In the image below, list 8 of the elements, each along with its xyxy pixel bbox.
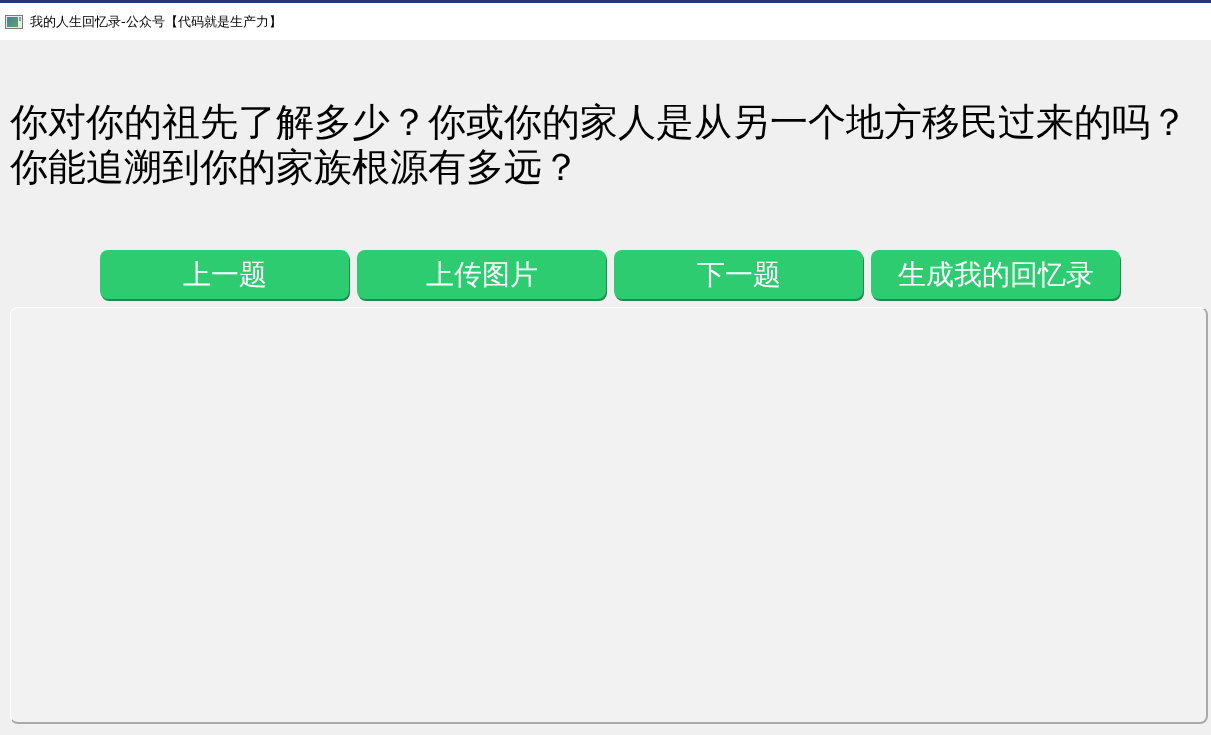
- window-title: 我的人生回忆录-公众号【代码就是生产力】: [30, 12, 282, 31]
- question-text: 你对你的祖先了解多少？你或你的家人是从另一个地方移民过来的吗？你能追溯到你的家族根源有多远？: [10, 100, 1189, 190]
- action-button[interactable]: 上一题: [100, 250, 349, 299]
- action-button[interactable]: 下一题: [614, 250, 863, 299]
- action-button[interactable]: 生成我的回忆录: [871, 250, 1120, 299]
- window-icon: [5, 14, 23, 29]
- action-button[interactable]: 上传图片: [357, 250, 606, 299]
- answer-text-area[interactable]: [10, 307, 1208, 724]
